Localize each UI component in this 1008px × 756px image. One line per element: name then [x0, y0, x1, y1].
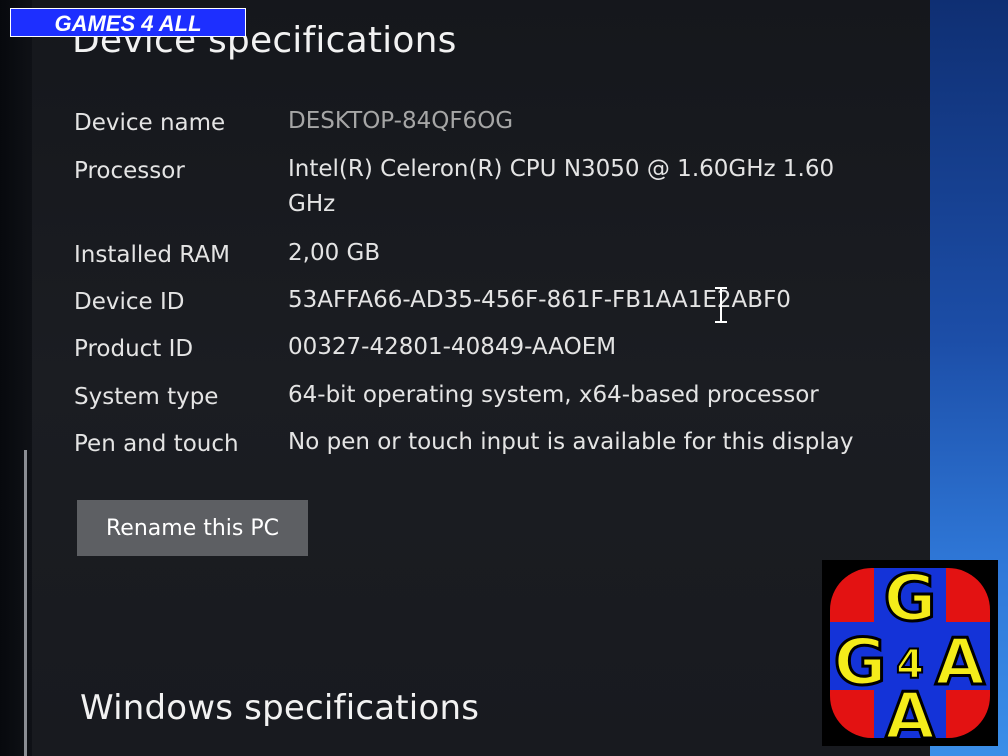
spec-value[interactable]: 00327-42801-40849-AAOEM: [288, 330, 888, 365]
spec-value[interactable]: DESKTOP-84QF6OG: [288, 104, 888, 139]
games-4-all-logo: G G A A 4: [822, 560, 998, 756]
spec-label: Device name: [74, 110, 226, 136]
spec-label: System type: [74, 384, 219, 410]
svg-text:G: G: [834, 626, 887, 700]
spec-value[interactable]: 53AFFA66-AD35-456F-861F-FB1AA1E2ABF0: [288, 283, 888, 318]
text-cursor-icon: [715, 287, 727, 323]
spec-label: Installed RAM: [74, 242, 230, 268]
spec-row-processor: Processor Intel(R) Celeron(R) CPU N3050 …: [74, 156, 914, 230]
gga-logo-icon: G G A A 4: [830, 561, 990, 756]
spec-label: Pen and touch: [74, 431, 239, 457]
spec-row-device-name: Device name DESKTOP-84QF6OG: [74, 108, 914, 150]
scrollbar[interactable]: [24, 450, 27, 756]
games-4-all-banner: GAMES 4 ALL: [10, 8, 246, 37]
spec-value[interactable]: 64-bit operating system, x64-based proce…: [288, 378, 888, 413]
spec-row-product-id: Product ID 00327-42801-40849-AAOEM: [74, 334, 914, 376]
spec-row-pen-and-touch: Pen and touch No pen or touch input is a…: [74, 429, 914, 471]
spec-value[interactable]: No pen or touch input is available for t…: [288, 425, 888, 460]
spec-value[interactable]: Intel(R) Celeron(R) CPU N3050 @ 1.60GHz …: [288, 152, 878, 222]
spec-row-device-id: Device ID 53AFFA66-AD35-456F-861F-FB1AA1…: [74, 287, 914, 329]
left-gutter: [0, 0, 32, 756]
spec-row-system-type: System type 64-bit operating system, x64…: [74, 382, 914, 424]
spec-row-installed-ram: Installed RAM 2,00 GB: [74, 240, 914, 282]
windows-specifications-heading: Windows specifications: [80, 688, 480, 728]
svg-text:A: A: [885, 680, 935, 746]
svg-text:G: G: [884, 562, 937, 636]
spec-label: Product ID: [74, 336, 194, 362]
spec-label: Device ID: [74, 289, 185, 315]
rename-this-pc-button[interactable]: Rename this PC: [77, 500, 308, 556]
svg-text:4: 4: [896, 642, 924, 688]
spec-value[interactable]: 2,00 GB: [288, 236, 888, 271]
spec-label: Processor: [74, 158, 185, 184]
svg-text:A: A: [935, 626, 985, 700]
